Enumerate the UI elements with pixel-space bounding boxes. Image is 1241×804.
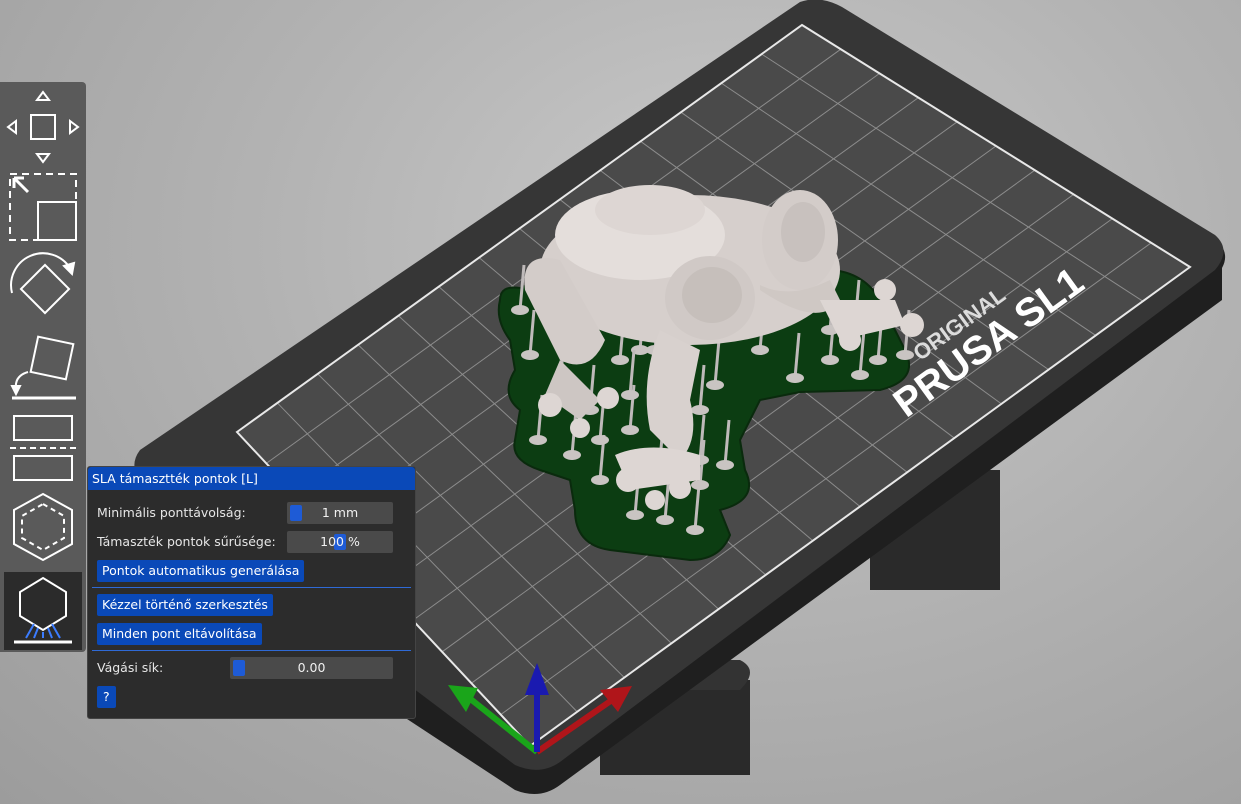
support-base	[716, 460, 734, 470]
support-base	[563, 450, 581, 460]
density-slider[interactable]: 100 %	[287, 531, 393, 553]
support-base	[751, 345, 769, 355]
panel-separator	[92, 587, 411, 588]
rotate-tool-button[interactable]	[4, 248, 82, 326]
gizmo-toolbar	[0, 82, 86, 652]
hollow-tool-button[interactable]	[4, 488, 82, 566]
support-base	[691, 405, 709, 415]
panel-title: SLA támasztték pontok [L]	[88, 467, 415, 490]
support-base	[611, 355, 629, 365]
min-distance-row: Minimális ponttávolság: 1 mm	[97, 502, 395, 524]
support-base	[786, 373, 804, 383]
support-base	[621, 425, 639, 435]
min-distance-slider[interactable]: 1 mm	[287, 502, 393, 524]
support-base	[529, 435, 547, 445]
support-base	[869, 355, 887, 365]
panel-separator	[92, 650, 411, 651]
density-row: Támaszték pontok sűrűsége: 100 %	[97, 531, 395, 553]
min-distance-label: Minimális ponttávolság:	[97, 505, 246, 520]
support-base	[851, 370, 869, 380]
clipping-label: Vágási sík:	[97, 660, 164, 675]
clipping-row: Vágási sík: 0.00	[97, 657, 395, 679]
place-on-face-tool-button[interactable]	[4, 328, 82, 406]
sla-support-points-icon	[14, 576, 72, 644]
density-value: 100 %	[320, 534, 360, 549]
support-base	[656, 515, 674, 525]
support-base	[521, 350, 539, 360]
sla-support-points-panel: SLA támasztték pontok [L] Minimális pont…	[87, 466, 416, 719]
support-base	[511, 305, 529, 315]
move-icon	[6, 90, 80, 164]
support-base	[896, 350, 914, 360]
support-base	[591, 435, 609, 445]
support-base	[591, 475, 609, 485]
place-on-face-icon	[10, 335, 76, 400]
hollow-icon	[13, 492, 73, 562]
support-base	[706, 380, 724, 390]
clipping-value: 0.00	[297, 660, 326, 675]
remove-all-points-button[interactable]: Minden pont eltávolítása	[97, 623, 262, 645]
density-label: Támaszték pontok sűrűsége:	[97, 534, 276, 549]
sla-support-points-tool-button[interactable]	[4, 572, 82, 650]
rotate-icon	[10, 252, 76, 315]
support-base	[626, 510, 644, 520]
support-base	[821, 355, 839, 365]
support-base	[686, 525, 704, 535]
support-base	[621, 390, 639, 400]
manual-edit-button[interactable]: Kézzel történő szerkesztés	[97, 594, 273, 616]
support-base	[691, 480, 709, 490]
scale-icon	[9, 173, 77, 241]
help-button[interactable]: ?	[97, 686, 116, 708]
auto-generate-button[interactable]: Pontok automatikus generálása	[97, 560, 305, 582]
move-tool-button[interactable]	[4, 88, 82, 166]
min-distance-value: 1 mm	[321, 505, 359, 520]
clipping-slider[interactable]: 0.00	[230, 657, 393, 679]
scale-tool-button[interactable]	[4, 168, 82, 246]
cut-tool-button[interactable]	[4, 408, 82, 486]
cut-icon	[10, 415, 76, 481]
